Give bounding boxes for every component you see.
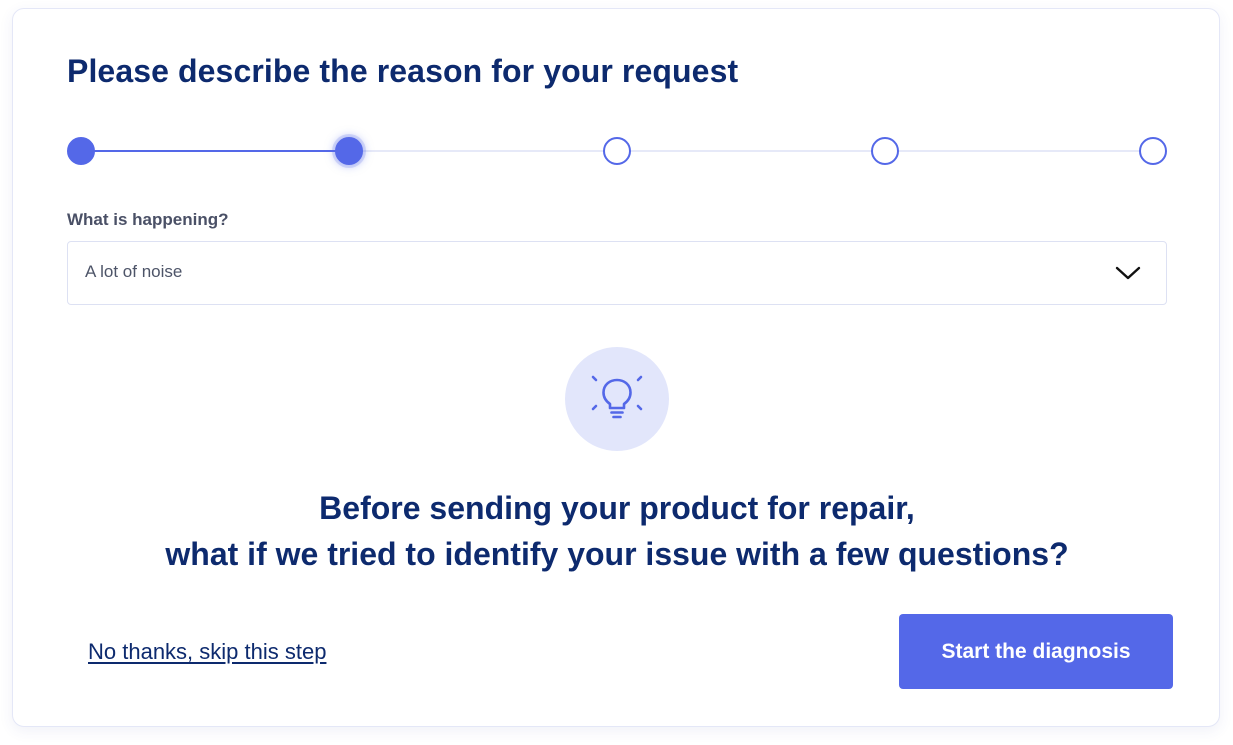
step-2-indicator — [335, 137, 363, 165]
reason-select[interactable]: A lot of noise — [67, 241, 1167, 305]
reason-field-label: What is happening? — [67, 210, 229, 229]
progress-stepper — [67, 135, 1167, 167]
step-1-indicator — [67, 137, 95, 165]
start-diagnosis-button[interactable]: Start the diagnosis — [899, 614, 1173, 689]
diagnosis-prompt: Before sending your product for repair, … — [13, 485, 1221, 577]
tip-icon-badge — [565, 347, 669, 451]
step-3-indicator — [603, 137, 631, 165]
stepper-track-completed — [81, 150, 349, 152]
diagnosis-card: Please describe the reason for your requ… — [12, 8, 1220, 727]
page-title: Please describe the reason for your requ… — [67, 53, 739, 89]
diagnosis-prompt-line-2: what if we tried to identify your issue … — [165, 536, 1069, 572]
reason-select-value: A lot of noise — [85, 262, 183, 281]
step-5-indicator — [1139, 137, 1167, 165]
step-4-indicator — [871, 137, 899, 165]
skip-step-link[interactable]: No thanks, skip this step — [88, 639, 326, 665]
diagnosis-prompt-line-1: Before sending your product for repair, — [319, 490, 915, 526]
chevron-down-icon — [1114, 262, 1142, 284]
